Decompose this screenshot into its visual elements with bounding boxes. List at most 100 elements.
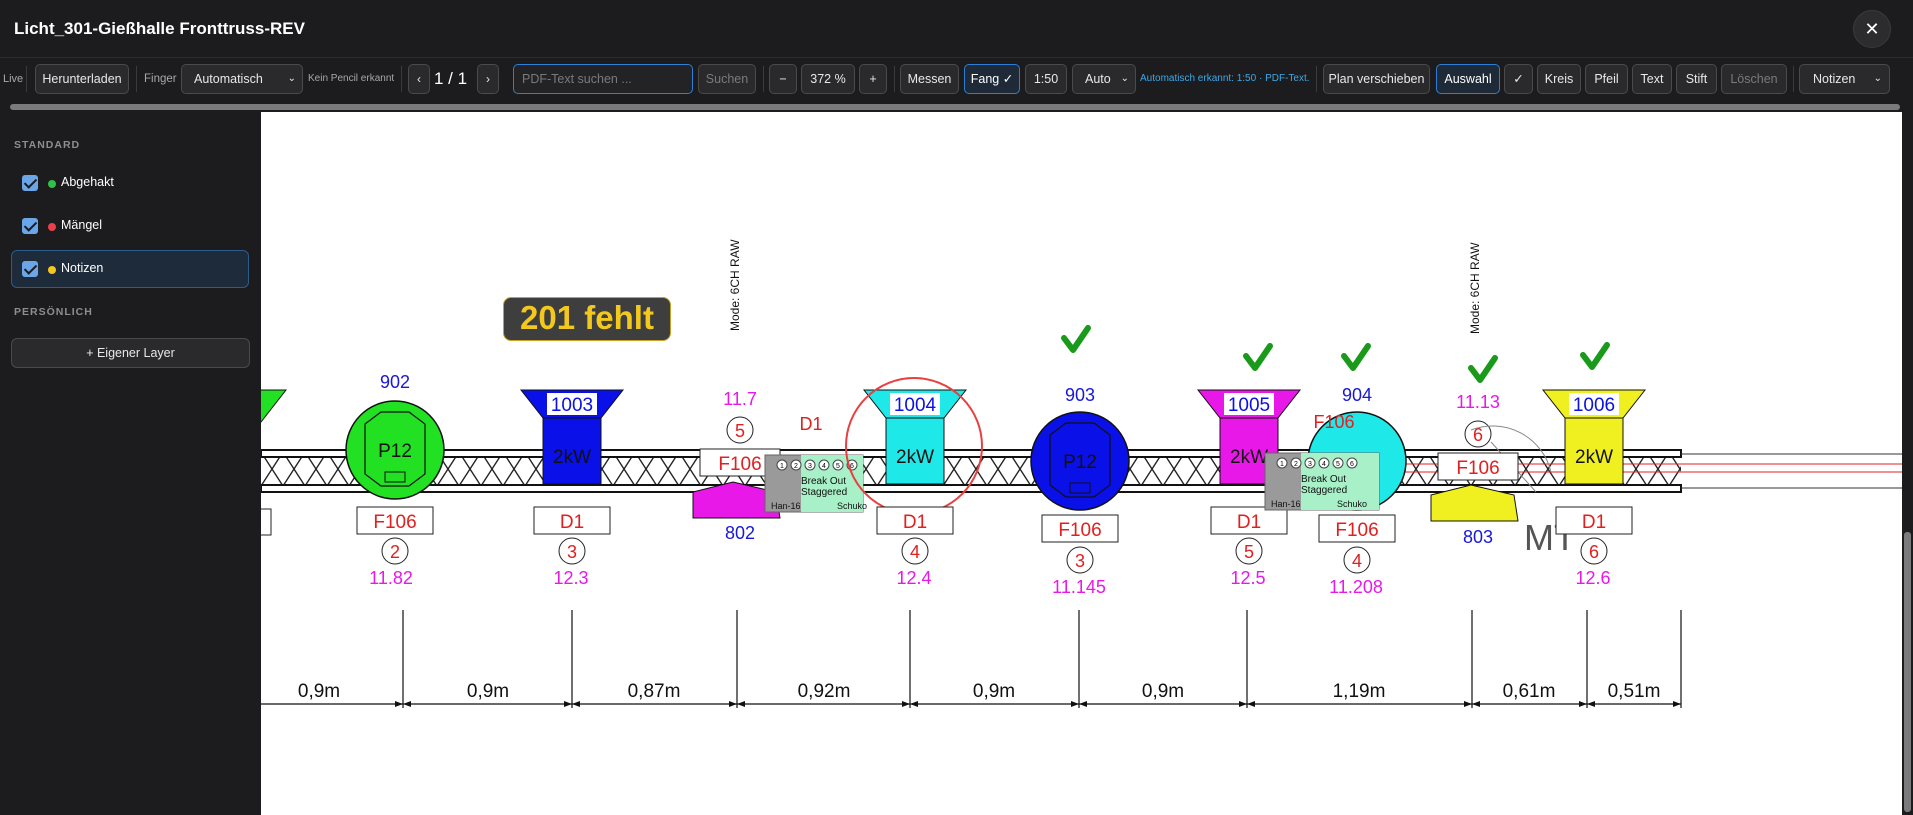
toolbar-divider xyxy=(763,66,764,92)
breakout-pin: 3 xyxy=(1308,461,1312,468)
breakout-pin: 4 xyxy=(1322,461,1326,468)
check-mark-icon[interactable] xyxy=(1580,342,1610,370)
zoom-out-button[interactable]: − xyxy=(769,64,797,94)
truss-plan: 902 P12 F106 2 11.82 1003 2kW D1 3 12.3 … xyxy=(261,239,1902,708)
check-tool-button[interactable]: ✓ xyxy=(1504,64,1533,94)
layer-checkbox[interactable] xyxy=(22,218,38,234)
dmx-address: 12.6 xyxy=(1575,568,1610,588)
toolbar-divider xyxy=(401,66,402,92)
toolbar-divider xyxy=(894,66,895,92)
layer-notizen[interactable]: Notizen xyxy=(11,250,249,288)
measure-button[interactable]: Messen xyxy=(900,64,959,94)
check-mark-icon[interactable] xyxy=(1061,325,1091,353)
toolbar-divider xyxy=(1793,66,1794,92)
note-annotation[interactable]: 201 fehlt xyxy=(503,297,671,341)
breakout-schuko: Schuko xyxy=(837,501,867,511)
layer-select[interactable]: Notizen ⌄ xyxy=(1799,64,1890,94)
page-prev-button[interactable]: ‹ xyxy=(408,64,430,94)
vertical-scroll-thumb[interactable] xyxy=(1904,532,1911,812)
scale-mode-select[interactable]: Auto ⌄ xyxy=(1072,64,1136,94)
fixture-id: 902 xyxy=(380,372,410,392)
delete-button[interactable]: Löschen xyxy=(1721,64,1787,94)
check-mark-icon[interactable] xyxy=(1243,343,1273,371)
mode-label: Mode: 6CH RAW xyxy=(728,239,742,331)
circuit-box-partial xyxy=(261,508,272,536)
breakout-pin: 6 xyxy=(1350,461,1354,468)
layer-color-dot xyxy=(48,266,56,274)
pen-tool-button[interactable]: Stift xyxy=(1676,64,1717,94)
dimension-label: 1,19m xyxy=(1333,681,1386,702)
vertical-scrollbar[interactable] xyxy=(1902,112,1913,815)
download-button[interactable]: Herunterladen xyxy=(35,64,129,94)
fixture-id: 1005 xyxy=(1228,395,1270,416)
layer-checkbox[interactable] xyxy=(22,175,38,191)
pencil-status: Kein Pencil erkannt xyxy=(308,73,395,84)
scale-detected-status: Automatisch erkannt: 1:50 · PDF-Text. xyxy=(1140,73,1310,84)
chevron-down-icon: ⌄ xyxy=(1873,73,1882,84)
select-tool-button[interactable]: Auswahl xyxy=(1436,64,1500,94)
fixture-type: 2kW xyxy=(896,447,934,468)
dimension-label: 0,87m xyxy=(628,681,681,702)
snap-toggle[interactable]: Fang ✓ xyxy=(964,64,1020,94)
channel-number: 3 xyxy=(1075,551,1085,571)
layer-abgehakt[interactable]: Abgehakt xyxy=(11,164,249,202)
channel-number: 5 xyxy=(1244,542,1254,562)
dmx-address: 12.5 xyxy=(1230,568,1265,588)
page-next-button[interactable]: › xyxy=(477,64,499,94)
dimension-label: 0,9m xyxy=(973,681,1015,702)
channel-number: 5 xyxy=(735,421,745,441)
layer-checkbox[interactable] xyxy=(22,261,38,277)
horizontal-scroll-thumb[interactable] xyxy=(10,104,1900,110)
channel-number: 3 xyxy=(567,542,577,562)
dmx-address: 12.3 xyxy=(553,568,588,588)
circuit-label: F106 xyxy=(1456,458,1499,479)
fixture-id: 1003 xyxy=(551,395,593,416)
breakout-han: Han-16 xyxy=(1271,499,1301,509)
channel-number: 6 xyxy=(1589,542,1599,562)
scale-button[interactable]: 1:50 xyxy=(1025,64,1067,94)
circuit-label-overlap: F106 xyxy=(1313,412,1354,432)
toolbar-divider xyxy=(1316,66,1317,92)
circle-tool-button[interactable]: Kreis xyxy=(1537,64,1581,94)
fixture-id: 1006 xyxy=(1573,395,1615,416)
chevron-down-icon: ⌄ xyxy=(1120,73,1129,84)
breakout-line1: Break Out xyxy=(1301,474,1346,485)
horizontal-scrollbar[interactable] xyxy=(0,102,1913,112)
title-bar: Licht_301-Gießhalle Fronttruss-REV ✕ xyxy=(0,0,1913,58)
fixture-type: P12 xyxy=(1063,452,1097,473)
breakout-pin: 4 xyxy=(822,463,826,470)
check-mark-icon[interactable] xyxy=(1341,343,1371,371)
dmx-address: 11.7 xyxy=(723,389,757,409)
dimension-label: 0,61m xyxy=(1503,681,1556,702)
zoom-in-button[interactable]: + xyxy=(859,64,887,94)
personal-heading: PERSÖNLICH xyxy=(14,306,93,318)
pdf-search-input[interactable] xyxy=(513,64,693,94)
move-plan-button[interactable]: Plan verschieben xyxy=(1323,64,1430,94)
circuit-label-top: D1 xyxy=(799,414,822,434)
chevron-down-icon: ⌄ xyxy=(287,73,296,84)
layer-color-dot xyxy=(48,223,56,231)
breakout-pin: 1 xyxy=(780,463,784,470)
breakout-pin: 5 xyxy=(1336,461,1340,468)
finger-mode-select[interactable]: Automatisch ⌄ xyxy=(181,64,303,94)
add-layer-button[interactable]: + Eigener Layer xyxy=(11,338,250,368)
dimension-label: 0,51m xyxy=(1608,681,1661,702)
dimension-label: 0,9m xyxy=(1142,681,1184,702)
text-tool-button[interactable]: Text xyxy=(1632,64,1672,94)
circuit-label: F106 xyxy=(373,512,416,533)
breakout-pin: 3 xyxy=(808,463,812,470)
close-button[interactable]: ✕ xyxy=(1853,10,1891,48)
circuit-label: D1 xyxy=(1237,512,1261,533)
check-mark-icon[interactable] xyxy=(1468,355,1498,383)
finger-label: Finger xyxy=(144,73,177,85)
layer-maengel[interactable]: Mängel xyxy=(11,207,249,245)
arrow-tool-button[interactable]: Pfeil xyxy=(1585,64,1628,94)
finger-mode-value: Automatisch xyxy=(194,72,263,86)
plan-canvas[interactable]: 902 P12 F106 2 11.82 1003 2kW D1 3 12.3 … xyxy=(261,112,1902,815)
fixture-id: 803 xyxy=(1463,527,1493,547)
circuit-label: D1 xyxy=(1582,512,1606,533)
fixture-type: 2kW xyxy=(1230,447,1268,468)
breakout-pin: 2 xyxy=(1294,461,1298,468)
search-button[interactable]: Suchen xyxy=(698,64,756,94)
fixture-id: 903 xyxy=(1065,385,1095,405)
